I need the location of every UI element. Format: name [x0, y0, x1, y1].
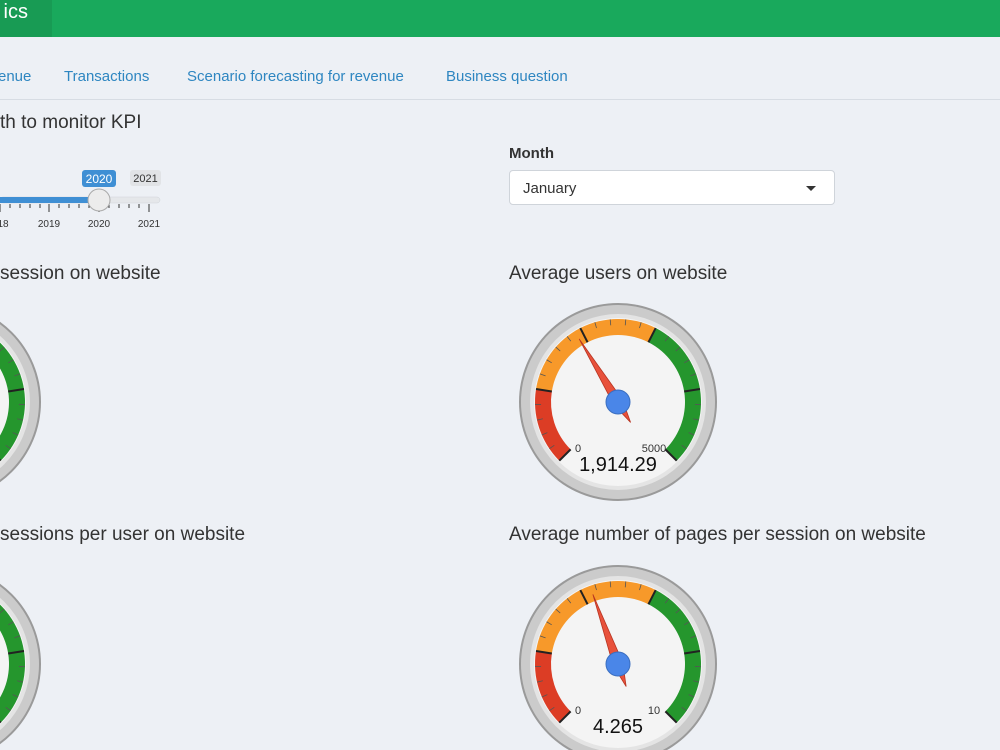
gauge-minor-tick	[609, 319, 612, 326]
gauge-users: 0 50001,914.29	[519, 303, 717, 501]
gauge-pages: 0 10 4.265	[519, 565, 717, 750]
gauge-minor-tick	[624, 581, 627, 588]
gauge-minor-tick	[609, 581, 612, 588]
gauge-sessions	[0, 321, 41, 483]
gauge-hub	[605, 389, 631, 415]
gauge-value-label: 4.265	[593, 716, 643, 738]
gauge-min-label: 0	[575, 705, 581, 717]
gauge-max-label: 10	[648, 705, 660, 717]
gauge-layer: 0 50001,914.29 0 10 4.265	[0, 303, 717, 750]
gauge-sessions-per-user	[0, 583, 41, 745]
gauge-hub	[605, 651, 631, 677]
gauge-minor-tick	[624, 319, 627, 326]
gauge-value-label: 1,914.29	[579, 454, 657, 476]
